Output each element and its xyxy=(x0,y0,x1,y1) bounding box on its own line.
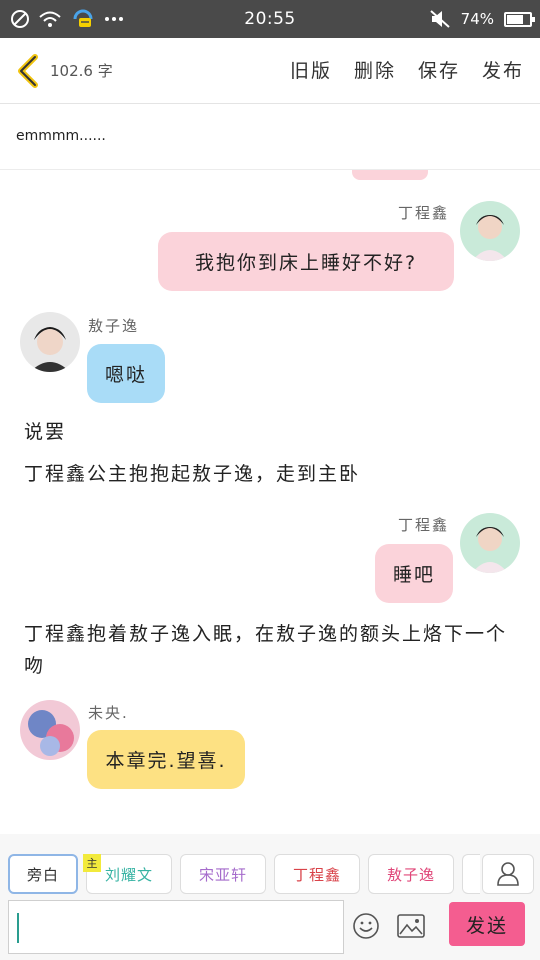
battery-percent: 74% xyxy=(460,10,494,28)
character-selector: 旁白 刘耀文 宋亚轩 丁程鑫 敖子逸 xyxy=(0,834,540,896)
narration-text[interactable]: 说罢 xyxy=(24,416,520,448)
message-input[interactable] xyxy=(23,901,333,953)
user-icon xyxy=(497,862,519,886)
story-title-row[interactable]: emmmm...... xyxy=(0,104,540,170)
save-button[interactable]: 保存 xyxy=(418,56,460,83)
host-badge: 主 xyxy=(83,854,101,872)
publish-button[interactable]: 发布 xyxy=(482,56,524,83)
delete-button[interactable]: 删除 xyxy=(354,56,396,83)
status-right-icons: 74% xyxy=(429,0,535,38)
word-count: 102.6 字 xyxy=(50,62,113,80)
image-icon[interactable] xyxy=(397,914,425,938)
chip-ao[interactable]: 敖子逸 xyxy=(368,854,454,894)
old-version-button[interactable]: 旧版 xyxy=(290,56,332,83)
input-bar: 发送 xyxy=(0,896,540,960)
chip-narrator[interactable]: 旁白 xyxy=(8,854,78,894)
chat-area[interactable]: 丁程鑫 我抱你到床上睡好不好? 敖子逸 嗯哒 说罢 丁程鑫公主抱抱起敖子逸，走到… xyxy=(0,170,540,834)
speaker-name: 未央. xyxy=(88,704,129,722)
text-caret xyxy=(17,913,19,943)
message-bubble[interactable]: 嗯哒 xyxy=(87,344,165,403)
status-bar: 20:55 74% xyxy=(0,0,540,38)
chip-song[interactable]: 宋亚轩 xyxy=(180,854,266,894)
speaker-name: 丁程鑫 xyxy=(398,204,450,222)
header-actions: 旧版 删除 保存 发布 xyxy=(290,56,524,83)
silent-icon xyxy=(429,10,450,28)
back-button[interactable] xyxy=(12,52,44,90)
emoji-icon[interactable] xyxy=(352,912,380,940)
speaker-name: 丁程鑫 xyxy=(398,516,450,534)
avatar-ding[interactable] xyxy=(460,513,520,573)
message-bubble[interactable]: 睡吧 xyxy=(375,544,453,603)
message-input-box[interactable] xyxy=(8,900,344,954)
avatar-ding[interactable] xyxy=(460,201,520,261)
narration-text[interactable]: 丁程鑫公主抱抱起敖子逸，走到主卧 xyxy=(24,458,520,490)
battery-fill xyxy=(507,14,524,24)
avatar-author[interactable] xyxy=(20,700,80,760)
send-button[interactable]: 发送 xyxy=(449,902,525,946)
narration-text[interactable]: 丁程鑫抱着敖子逸入眠，在敖子逸的额头上烙下一个吻 xyxy=(24,618,520,682)
add-character-button[interactable] xyxy=(482,854,534,894)
avatar-ao[interactable] xyxy=(20,312,80,372)
chip-ding[interactable]: 丁程鑫 xyxy=(274,854,360,894)
message-bubble[interactable]: 本章完.望喜. xyxy=(87,730,245,789)
editor-header: 102.6 字 旧版 删除 保存 发布 xyxy=(0,38,540,104)
previous-message-bubble xyxy=(352,170,428,180)
chip-more[interactable] xyxy=(462,854,480,894)
speaker-name: 敖子逸 xyxy=(88,317,140,335)
battery-icon xyxy=(504,11,535,27)
message-bubble[interactable]: 我抱你到床上睡好不好? xyxy=(158,232,454,291)
story-title: emmmm...... xyxy=(16,128,106,144)
chevron-left-icon xyxy=(18,54,38,88)
